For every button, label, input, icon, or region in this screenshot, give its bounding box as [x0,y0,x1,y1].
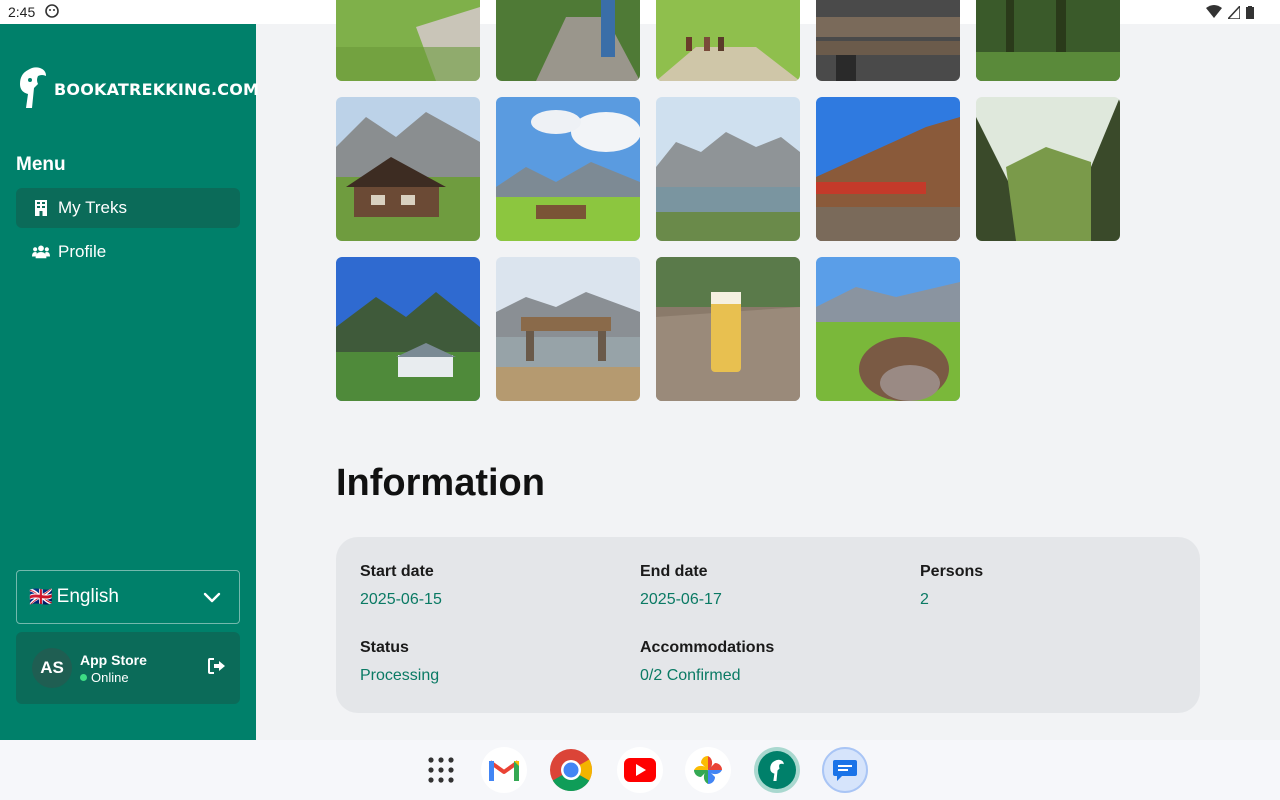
end-date-value: 2025-06-17 [640,591,722,608]
users-icon [32,244,50,260]
app-drawer-icon[interactable] [418,747,464,793]
user-status: Online [80,670,129,685]
gmail-icon[interactable] [481,747,527,793]
bookatrekking-app-icon[interactable] [754,747,800,793]
language-select[interactable]: 🇬🇧 English [16,570,240,624]
chevron-down-icon [203,588,221,610]
brand-logo[interactable]: BOOKATREKKING.COM [16,64,259,115]
gallery-photo[interactable] [816,0,960,81]
gallery-photo[interactable] [336,97,480,241]
notification-icon [45,3,60,21]
user-status-label: Online [91,670,129,685]
uk-flag-icon: 🇬🇧 [29,587,53,608]
wifi-icon [1206,5,1222,22]
menu-title: Menu [16,154,66,175]
gallery-photo[interactable] [656,257,800,401]
status-value: Processing [360,667,440,684]
sidebar: BOOKATREKKING.COM Menu My Treks Profile … [0,24,259,740]
gallery-photo[interactable] [816,257,960,401]
goat-logo-icon [16,64,50,115]
user-card: AS App Store Online [16,632,240,704]
persons-field: Persons 2 [920,563,983,609]
brand-name: BOOKATREKKING.COM [54,80,260,99]
chrome-icon[interactable] [548,747,594,793]
photos-icon[interactable] [685,747,731,793]
information-title: Information [336,462,545,504]
building-icon [32,200,50,216]
end-date-field: End date 2025-06-17 [640,563,722,609]
gallery-photo[interactable] [656,97,800,241]
battery-icon [1246,5,1254,22]
sidebar-item-label: My Treks [58,198,127,217]
logout-icon[interactable] [208,658,226,679]
accommodations-value: 0/2 Confirmed [640,667,741,684]
start-date-field: Start date 2025-06-15 [360,563,442,609]
gallery-photo[interactable] [336,0,480,81]
accommodations-label: Accommodations [640,639,775,656]
status-field: Status Processing [360,639,439,685]
sidebar-item-profile[interactable]: Profile [16,232,240,272]
gallery-photo[interactable] [656,0,800,81]
user-name: App Store [80,652,147,668]
online-dot-icon [80,674,87,681]
messages-icon[interactable] [822,747,868,793]
gallery-photo[interactable] [816,97,960,241]
start-date-label: Start date [360,563,434,580]
status-label: Status [360,639,409,656]
youtube-icon[interactable] [617,747,663,793]
accommodations-field: Accommodations 0/2 Confirmed [640,639,774,685]
sidebar-item-label: Profile [58,242,107,261]
signal-icon [1226,3,1241,22]
sidebar-item-my-treks[interactable]: My Treks [16,188,240,228]
gallery-photo[interactable] [496,97,640,241]
language-label: English [56,586,119,607]
avatar: AS [32,648,72,688]
gallery-photo[interactable] [496,0,640,81]
gallery-photo[interactable] [336,257,480,401]
taskbar [0,740,1280,800]
gallery-photo[interactable] [496,257,640,401]
gallery-photo[interactable] [976,97,1120,241]
persons-value: 2 [920,591,929,608]
start-date-value: 2025-06-15 [360,591,442,608]
end-date-label: End date [640,563,708,580]
gallery-photo[interactable] [976,0,1120,81]
information-card: Start date 2025-06-15 End date 2025-06-1… [336,537,1200,713]
clock: 2:45 [8,4,36,20]
persons-label: Persons [920,563,984,580]
